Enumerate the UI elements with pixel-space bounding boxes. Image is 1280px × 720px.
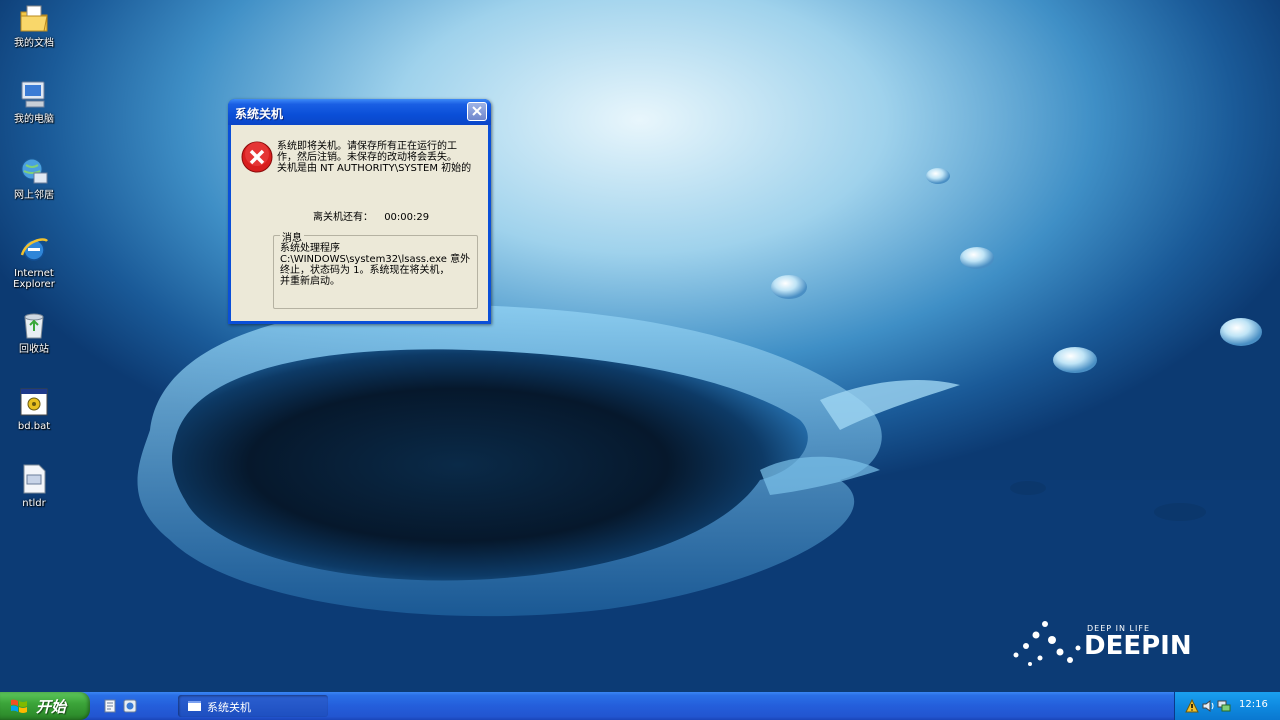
system-file-icon (23, 464, 46, 494)
message-group-line: 并重新启动。 (280, 276, 340, 287)
message-group: 消息 系统处理程序 C:\WINDOWS\system32\lsass.exe … (273, 229, 478, 309)
close-icon (472, 106, 482, 116)
dialog-message-line-2: 作，然后注销。未保存的改动将会丢失。 (277, 152, 457, 163)
my-documents-folder-icon (20, 5, 48, 32)
desktop-icon-network-places[interactable]: 网上邻居 (0, 155, 68, 201)
desktop-icon-internet-explorer[interactable]: Internet Explorer (0, 233, 68, 290)
close-button[interactable] (467, 102, 487, 121)
desktop-icon-label: 我的文档 (14, 38, 54, 49)
dialog-body: 系统即将关机。请保存所有正在运行的工 作，然后注销。未保存的改动将会丢失。 关机… (231, 125, 488, 321)
explorer-icon[interactable] (122, 698, 138, 714)
desktop-icon-label: 网上邻居 (14, 190, 54, 201)
internet-explorer-icon (20, 238, 48, 261)
network-places-icon (21, 158, 48, 184)
start-label: 开始 (36, 698, 67, 716)
system-tray: 12:16 (1174, 692, 1280, 720)
taskbar-button-label: 系统关机 (207, 701, 251, 714)
dialog-message-line-3: 关机是由 NT AUTHORITY\SYSTEM 初始的 (277, 163, 472, 174)
error-icon (241, 141, 273, 173)
taskbar-button-shutdown[interactable]: 系统关机 (178, 695, 328, 717)
message-group-text: 系统处理程序 C:\WINDOWS\system32\lsass.exe 意外 … (280, 243, 474, 287)
desktop-icon-bd-bat[interactable]: bd.bat (0, 386, 68, 432)
my-computer-icon (21, 81, 45, 108)
desktop-icon-recycle-bin[interactable]: 回收站 (0, 309, 68, 355)
countdown-row: 离关机还有： 00:00:29 (313, 208, 429, 223)
dialog-message-line-1: 系统即将关机。请保存所有正在运行的工 (277, 141, 457, 152)
desktop-icon-label: 回收站 (19, 344, 49, 355)
batch-file-icon (20, 388, 48, 416)
windows-logo-icon (11, 699, 27, 713)
sound-icon[interactable] (1201, 699, 1215, 713)
deepin-brand: DEEP IN LIFE DEEPIN (1084, 624, 1192, 659)
desktop-icon-label: 我的电脑 (14, 114, 54, 125)
taskbar: 开始 系统关机 12:16 (0, 692, 1280, 720)
wallpaper (0, 168, 1280, 692)
window-icon (188, 701, 201, 711)
desktop-icon-label: bd.bat (17, 421, 51, 432)
recycle-bin-icon (24, 313, 44, 339)
desktop-icon-ntldr[interactable]: ntldr (0, 463, 68, 509)
desktop-icon-label: ntldr (22, 498, 46, 509)
message-group-legend: 消息 (280, 229, 304, 244)
show-desktop-icon[interactable] (102, 698, 118, 714)
start-button[interactable]: 开始 (0, 692, 90, 720)
dialog-title: 系统关机 (235, 107, 284, 121)
network-icon[interactable] (1217, 699, 1231, 713)
dialog-titlebar[interactable]: 系统关机 (228, 99, 491, 125)
warning-icon[interactable] (1185, 699, 1199, 713)
desktop-icon-my-documents[interactable]: 我的文档 (0, 3, 68, 49)
desktop-icon-label: Internet Explorer (13, 268, 55, 290)
message-group-line: 系统处理程序 (280, 243, 340, 254)
message-group-line: C:\WINDOWS\system32\lsass.exe 意外 (280, 254, 471, 265)
deepin-name: DEEPIN (1084, 631, 1192, 661)
shutdown-dialog: 系统关机 系统即将关机。请保存所有正在运行的工 作，然后注销。未保存的改动将会丢… (228, 99, 491, 324)
countdown-value: 00:00:29 (384, 212, 430, 223)
clock: 12:16 (1239, 699, 1268, 710)
message-group-line: 终止，状态码为 1。系统现在将关机， (280, 265, 450, 276)
countdown-label: 离关机还有： (313, 212, 373, 223)
desktop-icon-my-computer[interactable]: 我的电脑 (0, 79, 68, 125)
desktop[interactable]: 我的文档 我的电脑 网上邻居 Internet Explorer 回收站 bd.… (0, 0, 1280, 692)
